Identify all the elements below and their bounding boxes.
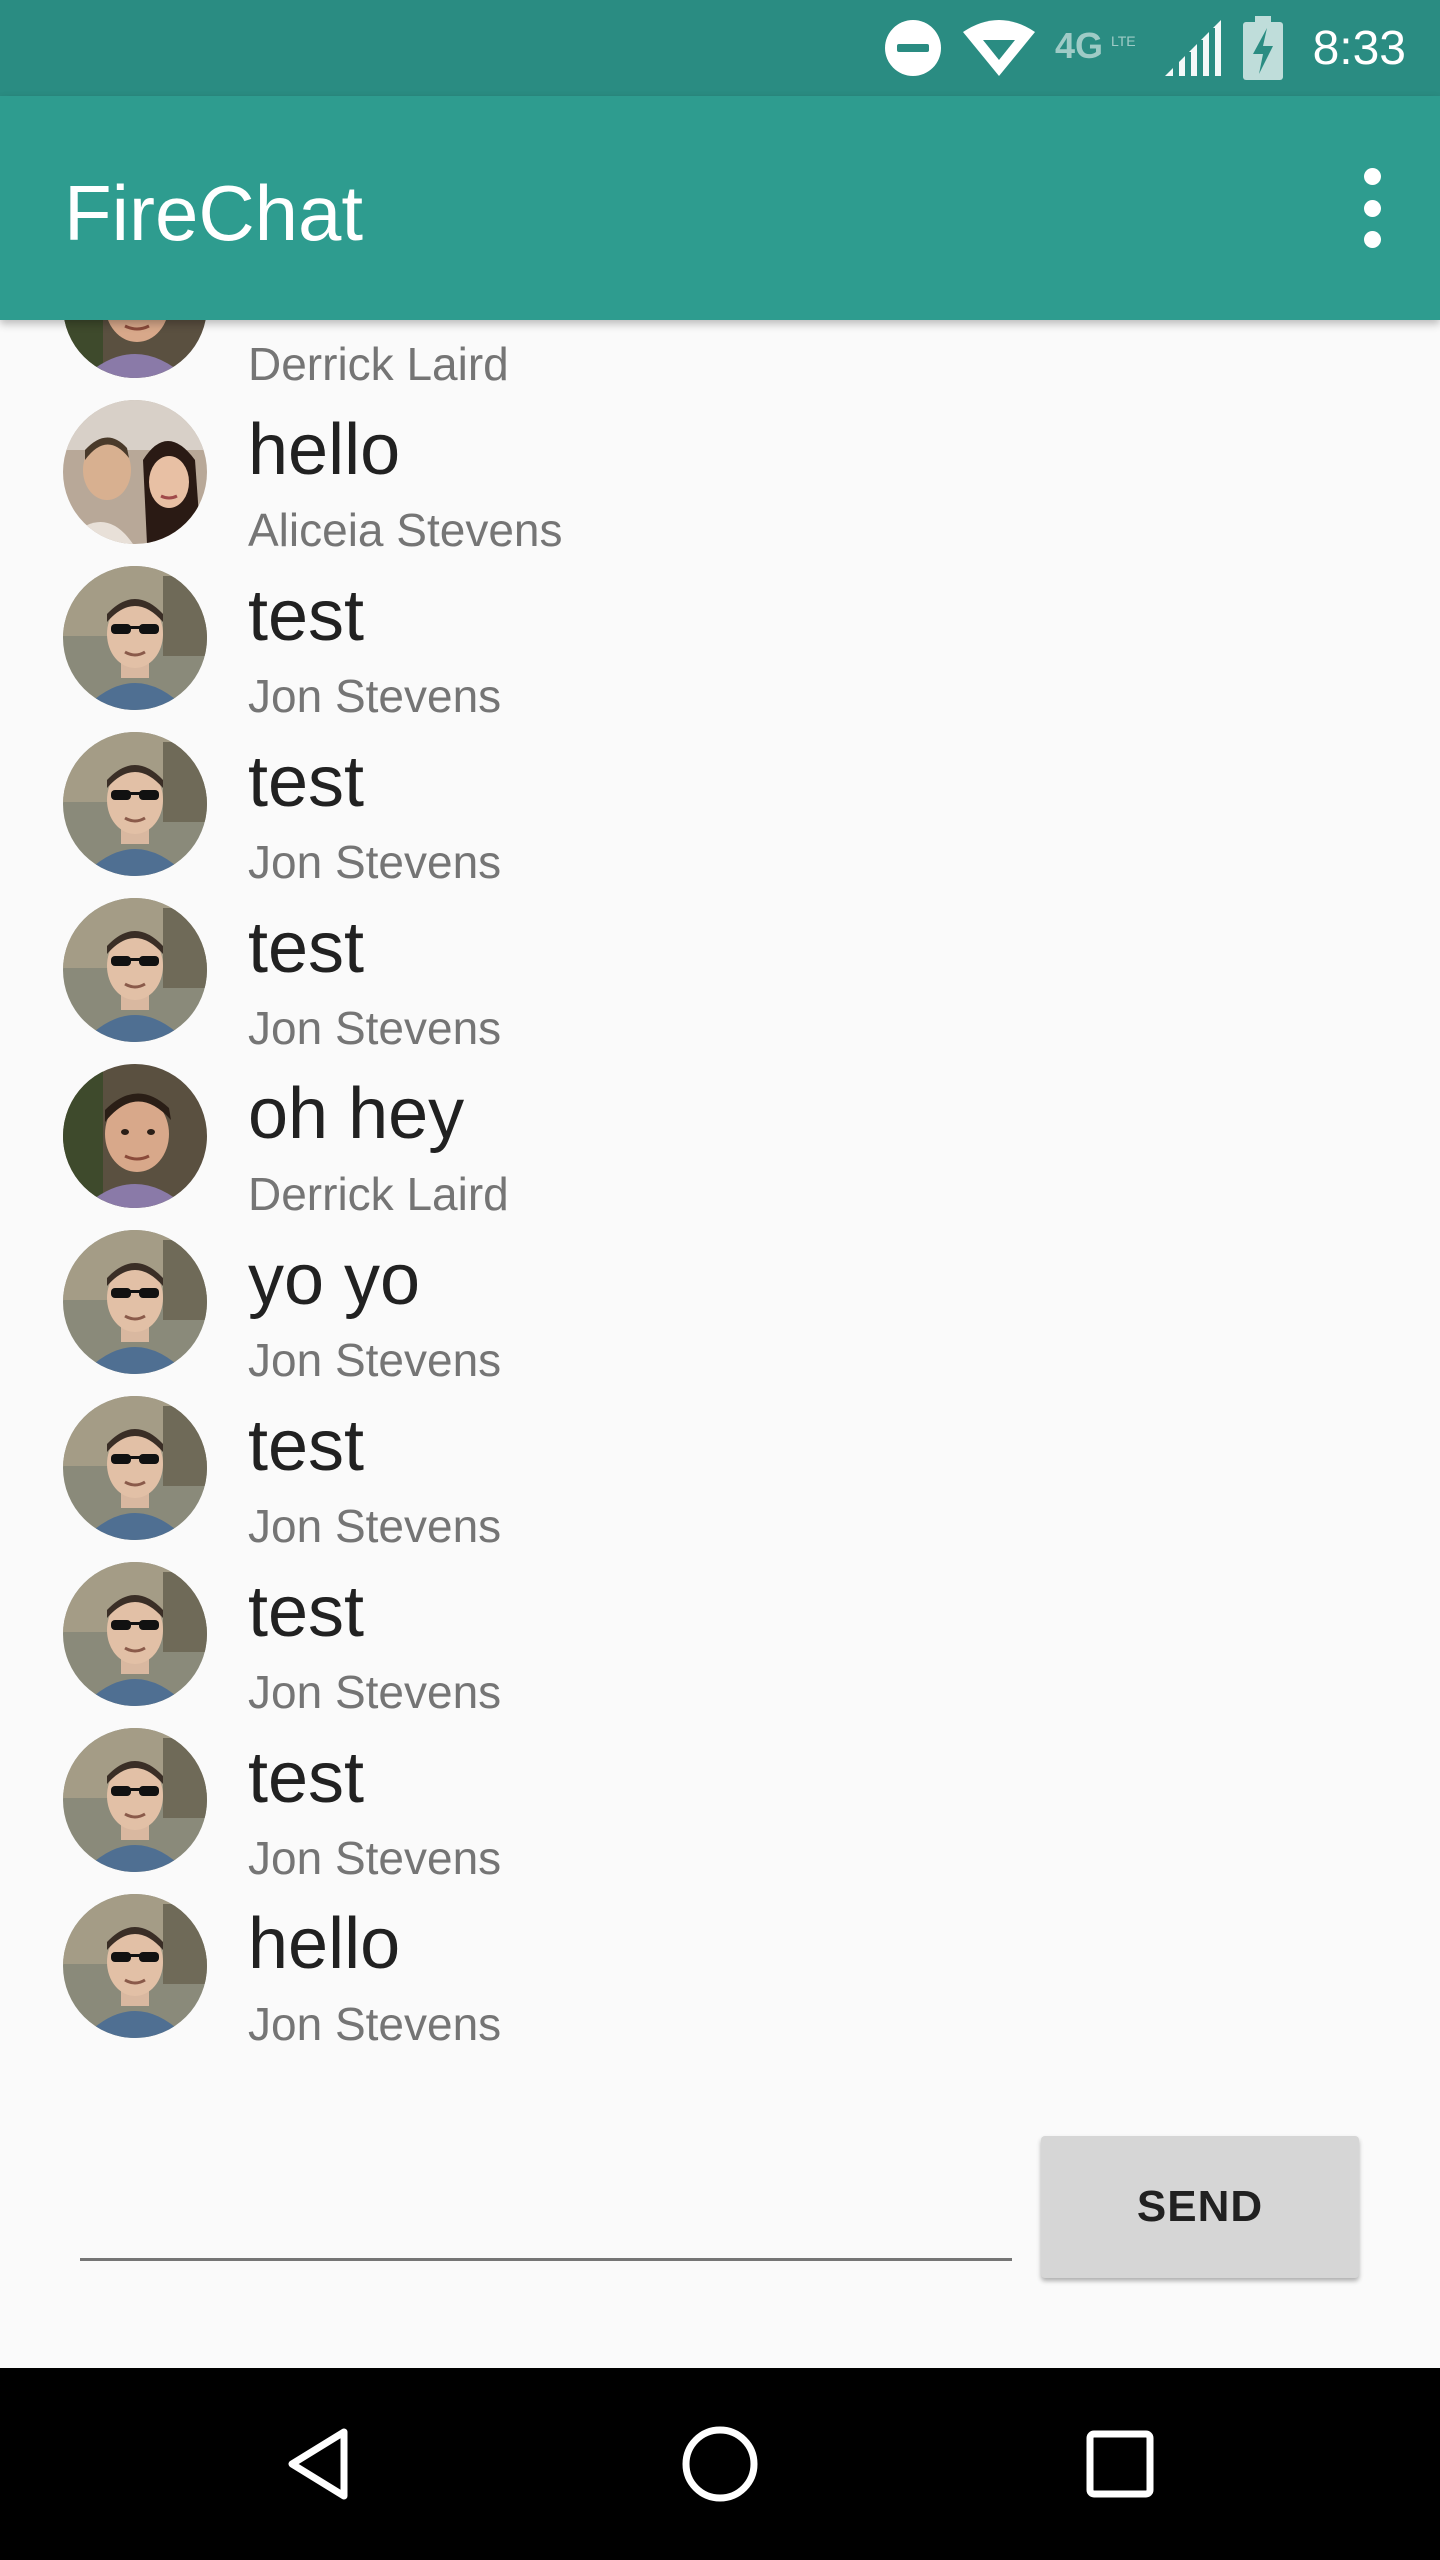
app-bar: FireChat — [0, 96, 1440, 320]
message-text: test — [248, 1406, 365, 1486]
message-item[interactable]: oh hey Derrick Laird — [0, 1064, 1440, 1230]
message-item[interactable]: test Jon Stevens — [0, 732, 1440, 898]
message-sender: Jon Stevens — [248, 836, 502, 888]
svg-text:LTE: LTE — [1111, 33, 1136, 49]
message-item[interactable]: hello Jon Stevens — [0, 1894, 1440, 2060]
avatar — [63, 320, 207, 378]
message-text: oh hey — [248, 1074, 465, 1154]
avatar — [63, 1728, 207, 1872]
message-sender: Jon Stevens — [248, 1832, 502, 1884]
avatar — [63, 1562, 207, 1706]
message-item[interactable]: test Jon Stevens — [0, 566, 1440, 732]
message-list[interactable]: Derrick Laird hello Aliceia Stevens test Jon… — [0, 320, 1440, 2110]
status-icons: 4G LTE 8:33 — [865, 0, 1406, 96]
avatar — [63, 732, 207, 876]
message-item[interactable]: hello Aliceia Stevens — [0, 400, 1440, 566]
menu-dot — [1363, 168, 1381, 185]
message-item[interactable]: test Jon Stevens — [0, 1396, 1440, 1562]
status-time: 8:33 — [1312, 21, 1406, 75]
message-text: test — [248, 1738, 365, 1818]
message-item[interactable]: Derrick Laird — [0, 320, 1440, 400]
more-vert-icon[interactable] — [1344, 168, 1400, 248]
avatar — [63, 1230, 207, 1374]
svg-text:4G: 4G — [1055, 25, 1103, 66]
message-sender: Jon Stevens — [248, 1334, 502, 1386]
message-text: test — [248, 742, 365, 822]
message-text: test — [248, 576, 365, 656]
home-circle-icon[interactable] — [680, 2424, 760, 2504]
message-sender: Derrick Laird — [248, 338, 509, 390]
back-triangle-icon[interactable] — [282, 2424, 362, 2504]
avatar — [63, 400, 207, 544]
avatar — [63, 1396, 207, 1540]
composer: SEND — [0, 2130, 1440, 2300]
message-input[interactable] — [80, 2170, 1012, 2261]
menu-dot — [1363, 231, 1381, 248]
avatar — [63, 1064, 207, 1208]
message-text: test — [248, 908, 365, 988]
avatar — [63, 898, 207, 1042]
message-item[interactable]: test Jon Stevens — [0, 898, 1440, 1064]
message-item[interactable]: test Jon Stevens — [0, 1728, 1440, 1894]
message-text: hello — [248, 1904, 401, 1984]
message-text: hello — [248, 410, 401, 490]
recents-square-icon[interactable] — [1080, 2424, 1160, 2504]
avatar — [63, 1894, 207, 2038]
message-sender: Jon Stevens — [248, 1500, 502, 1552]
message-text: yo yo — [248, 1240, 421, 1320]
menu-dot — [1363, 199, 1381, 217]
message-item[interactable]: yo yo Jon Stevens — [0, 1230, 1440, 1396]
message-sender: Derrick Laird — [248, 1168, 509, 1220]
avatar — [63, 566, 207, 710]
message-sender: Jon Stevens — [248, 670, 502, 722]
message-sender: Jon Stevens — [248, 1002, 502, 1054]
message-sender: Aliceia Stevens — [248, 504, 563, 556]
message-item[interactable]: test Jon Stevens — [0, 1562, 1440, 1728]
app-title: FireChat — [64, 169, 364, 257]
navigation-bar — [0, 2368, 1440, 2560]
network-type-icon: 4G LTE — [1055, 25, 1136, 66]
message-text: test — [248, 1572, 365, 1652]
message-sender: Jon Stevens — [248, 1998, 502, 2050]
do-not-disturb-icon — [884, 20, 941, 76]
signal-icon — [1164, 20, 1221, 76]
send-button[interactable]: SEND — [1041, 2136, 1359, 2278]
message-sender: Jon Stevens — [248, 1666, 502, 1718]
wifi-icon — [962, 20, 1035, 76]
battery-charging-icon — [1242, 16, 1283, 80]
status-bar: 4G LTE 8:33 — [0, 0, 1440, 96]
